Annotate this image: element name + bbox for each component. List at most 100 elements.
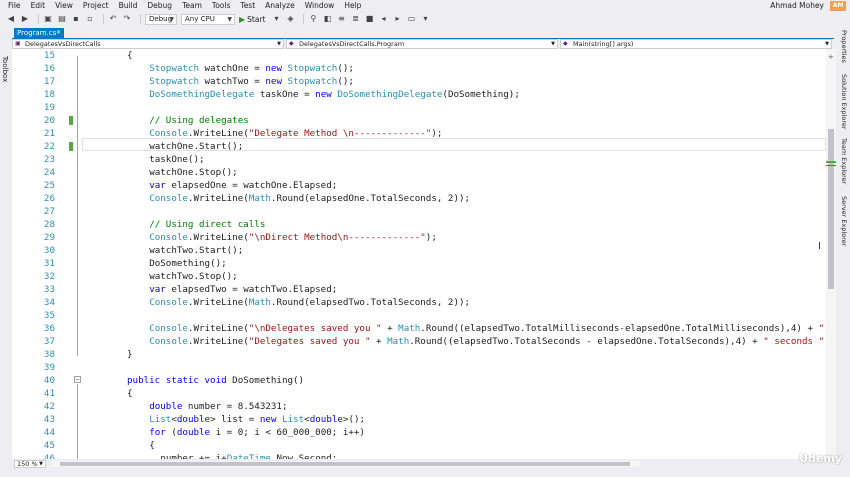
undo-icon[interactable]: ↶	[108, 14, 118, 24]
code-token: static	[165, 375, 199, 386]
code-line[interactable]: 33 var elapsedTwo = watchTwo.Elapsed;	[12, 283, 826, 296]
code-token: );	[431, 128, 443, 139]
save-all-icon[interactable]: ▫	[85, 14, 95, 24]
method-icon: ◆	[563, 40, 568, 47]
zoom-select[interactable]: 150 % ▼	[14, 460, 46, 468]
code-line[interactable]: 34 Console.WriteLine(Math.Round(elapsedTw…	[12, 296, 826, 309]
configuration-select[interactable]: Debug ▼	[145, 13, 177, 25]
code-line[interactable]: 31 DoSomething();	[12, 257, 826, 270]
server-explorer-tab[interactable]: Server Explorer	[840, 196, 848, 246]
code-line[interactable]: 32 watchTwo.Stop();	[12, 270, 826, 283]
code-line[interactable]: 46 number += i+DateTime.Now.Second;	[12, 452, 826, 459]
open-file-icon[interactable]: ▤	[57, 14, 67, 24]
tab-program-cs[interactable]: Program.cs ✕	[14, 28, 64, 38]
dropdown-icon[interactable]: ▾	[271, 14, 281, 24]
save-icon[interactable]: ▪	[71, 14, 81, 24]
bookmark-icon[interactable]: ◧	[322, 14, 332, 24]
code-editor[interactable]: 15{16 Stopwatch watchOne = new Stopwatch(…	[12, 49, 826, 459]
code-line[interactable]: 41 {	[12, 387, 826, 400]
project-dropdown[interactable]: ▣ DelegatesVsDirectCalls ▼	[12, 39, 284, 49]
start-button[interactable]: ▶ Start	[239, 15, 265, 24]
horizontal-scrollbar[interactable]	[50, 461, 640, 467]
code-line[interactable]: 17 Stopwatch watchTwo = new Stopwatch();	[12, 75, 826, 88]
code-text: Stopwatch watchOne = new Stopwatch();	[149, 62, 354, 75]
browser-link-icon[interactable]: ◈	[285, 14, 295, 24]
code-line[interactable]: 21 Console.WriteLine("Delegate Method \n-…	[12, 127, 826, 140]
toolbox-tab[interactable]: Toolbox	[1, 56, 9, 82]
bookmark-toggle-icon[interactable]: ■	[364, 14, 374, 24]
code-line[interactable]: 43 List<double> list = new List<double>()…	[12, 413, 826, 426]
menu-item-test[interactable]: Test	[235, 0, 260, 12]
menu-item-project[interactable]: Project	[78, 0, 114, 12]
team-explorer-tab[interactable]: Team Explorer	[840, 138, 848, 184]
code-line[interactable]: 29 Console.WriteLine("\nDirect Method\n--…	[12, 231, 826, 244]
platform-select[interactable]: Any CPU ▼	[181, 13, 235, 25]
menu-item-help[interactable]: Help	[339, 0, 366, 12]
code-token: >();	[342, 414, 366, 425]
code-line[interactable]: 18 DoSomethingDelegate taskOne = new DoSo…	[12, 88, 826, 101]
code-line[interactable]: 38}	[12, 348, 826, 361]
scrollbar-thumb[interactable]	[60, 462, 630, 466]
code-line[interactable]: 19	[12, 101, 826, 114]
code-line[interactable]: 25 var elapsedOne = watchOne.Elapsed;	[12, 179, 826, 192]
menu-item-file[interactable]: File	[3, 0, 26, 12]
code-line[interactable]: 37 Console.WriteLine("Delegates saved you…	[12, 335, 826, 348]
vertical-scrollbar[interactable]: +	[826, 49, 836, 459]
code-line[interactable]: 30 watchTwo.Start();	[12, 244, 826, 257]
menu-item-window[interactable]: Window	[300, 0, 340, 12]
code-line[interactable]: 20 // Using delegates	[12, 114, 826, 127]
code-line[interactable]: 35	[12, 309, 826, 322]
bookmark-clear-icon[interactable]: ▭	[406, 14, 416, 24]
forward-icon[interactable]: ▶	[20, 14, 30, 24]
line-number: 43	[43, 414, 55, 425]
code-line[interactable]: 15 {	[12, 49, 826, 62]
menu-item-view[interactable]: View	[50, 0, 78, 12]
code-token: DoSomethingDelegate	[337, 89, 443, 100]
back-icon[interactable]: ◀	[6, 14, 16, 24]
menu-item-build[interactable]: Build	[114, 0, 143, 12]
code-token: ();	[337, 63, 354, 74]
code-line[interactable]: 40 public static void DoSomething()	[12, 374, 826, 387]
member-dropdown[interactable]: ◆ Main(string[] args) ▼	[560, 39, 832, 49]
menu-item-edit[interactable]: Edit	[26, 0, 51, 12]
code-line[interactable]: 44 for (double i = 0; i < 60_000_000; i++…	[12, 426, 826, 439]
code-line[interactable]: 42 double number = 8.543231;	[12, 400, 826, 413]
new-project-icon[interactable]: ▣	[43, 14, 53, 24]
user-avatar[interactable]: AM	[830, 1, 846, 11]
collapse-icon[interactable]: −	[74, 376, 81, 383]
uncomment-icon[interactable]: ≣	[350, 14, 360, 24]
code-line[interactable]: 36 Console.WriteLine("\nDelegates saved y…	[12, 322, 826, 335]
user-name[interactable]: Ahmad Mohey	[770, 0, 824, 12]
code-line[interactable]: 27	[12, 205, 826, 218]
close-icon[interactable]: ✕	[56, 28, 61, 38]
menu-item-debug[interactable]: Debug	[142, 0, 177, 12]
bookmark-prev-icon[interactable]: ◂	[378, 14, 388, 24]
properties-tab[interactable]: Properties	[840, 30, 848, 63]
code-line[interactable]: 28 // Using direct calls	[12, 218, 826, 231]
project-value: DelegatesVsDirectCalls	[25, 40, 101, 48]
type-dropdown[interactable]: ◆ DelegatesVsDirectCalls.Program ▼	[286, 39, 558, 49]
code-line[interactable]: 45 {	[12, 439, 826, 452]
redo-icon[interactable]: ↷	[122, 14, 132, 24]
code-line[interactable]: 23 taskOne();	[12, 153, 826, 166]
code-token: (	[165, 427, 177, 438]
menu-item-tools[interactable]: Tools	[207, 0, 235, 12]
code-line[interactable]: 39	[12, 361, 826, 374]
find-icon[interactable]: ⚲	[308, 14, 318, 24]
comment-icon[interactable]: ≡	[336, 14, 346, 24]
code-line[interactable]: 16 Stopwatch watchOne = new Stopwatch();	[12, 62, 826, 75]
document-tab-row: Program.cs ✕	[12, 28, 834, 38]
scrollbar-thumb[interactable]	[828, 129, 834, 289]
line-number: 34	[43, 297, 55, 308]
split-icon[interactable]: +	[828, 53, 834, 61]
code-line[interactable]: 24 watchOne.Stop();	[12, 166, 826, 179]
code-token: Stopwatch	[287, 76, 338, 87]
code-line[interactable]: 26 Console.WriteLine(Math.Round(elapsedOn…	[12, 192, 826, 205]
menu-item-team[interactable]: Team	[177, 0, 207, 12]
menu-item-analyze[interactable]: Analyze	[260, 0, 300, 12]
code-line[interactable]: 22 watchOne.Start();	[12, 140, 826, 153]
solution-explorer-tab[interactable]: Solution Explorer	[840, 74, 848, 130]
bookmark-next-icon[interactable]: ▸	[392, 14, 402, 24]
toolbar-overflow-icon[interactable]: ▾	[420, 14, 430, 24]
code-text: {	[127, 387, 133, 400]
